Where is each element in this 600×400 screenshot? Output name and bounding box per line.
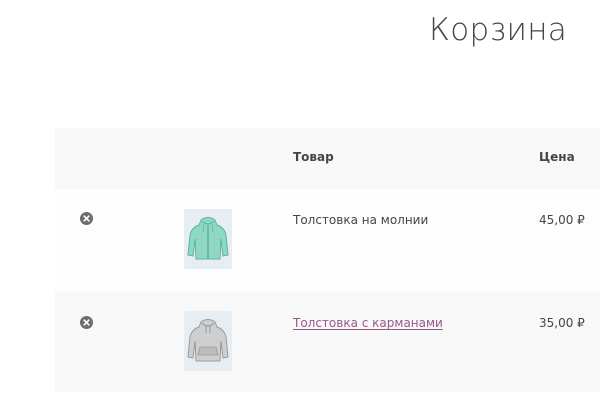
header-price: Цена xyxy=(539,150,575,164)
product-name: Толстовка на молнии xyxy=(293,213,429,227)
page-title: Корзина xyxy=(429,12,568,48)
product-thumbnail[interactable] xyxy=(184,311,232,371)
cart-table: Товар Цена Толстовка на молнии 45,00 ₽ Т… xyxy=(55,128,600,392)
table-header-row: Товар Цена xyxy=(55,128,600,189)
remove-item-button[interactable] xyxy=(80,212,93,225)
remove-item-button[interactable] xyxy=(80,316,93,329)
product-price: 45,00 ₽ xyxy=(539,213,585,227)
header-product: Товар xyxy=(293,150,334,164)
cart-page: Корзина Товар Цена Толстовка на молнии 4… xyxy=(0,0,600,400)
table-row: Толстовка на молнии 45,00 ₽ xyxy=(55,189,600,290)
table-row: Толстовка с карманами 35,00 ₽ xyxy=(55,291,600,392)
zip-hoodie-icon xyxy=(187,217,229,260)
product-name-link[interactable]: Толстовка с карманами xyxy=(293,316,443,330)
product-thumbnail[interactable] xyxy=(184,209,232,269)
close-icon xyxy=(83,319,90,326)
product-price: 35,00 ₽ xyxy=(539,316,585,330)
pocket-hoodie-icon xyxy=(187,319,229,362)
close-icon xyxy=(83,215,90,222)
